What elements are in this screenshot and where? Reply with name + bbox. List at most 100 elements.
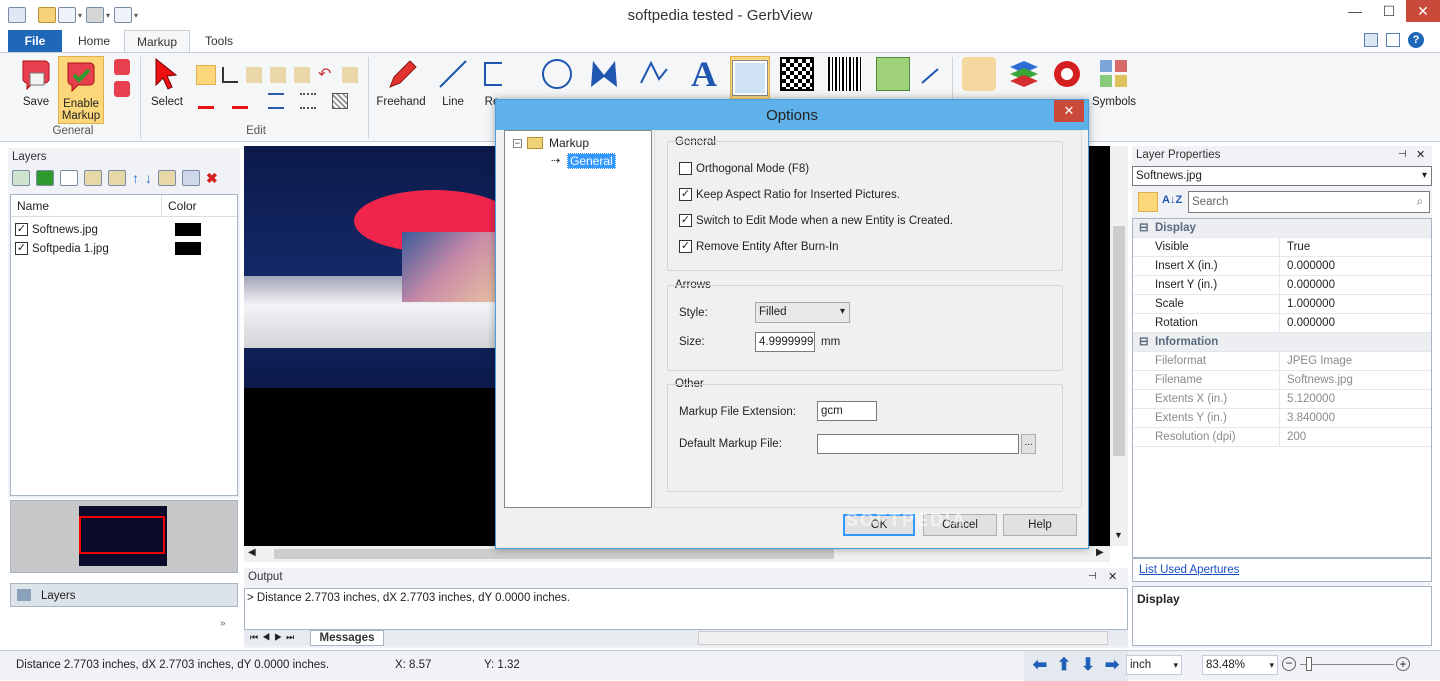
line-button[interactable]: Line bbox=[432, 57, 474, 108]
property-search-input[interactable]: Search ⌕ bbox=[1188, 191, 1430, 213]
show-all-icon[interactable] bbox=[36, 170, 54, 186]
markup-extension-input[interactable]: gcm bbox=[817, 401, 877, 421]
tab-home[interactable]: Home bbox=[66, 30, 122, 52]
property-value[interactable]: 0.000000 bbox=[1287, 276, 1335, 295]
tab-nav-icons[interactable]: ⏮◀▶⏭ bbox=[250, 632, 298, 643]
overview-panel[interactable] bbox=[10, 500, 238, 573]
markup-add-icon[interactable] bbox=[114, 59, 130, 75]
markup-remove-icon[interactable] bbox=[114, 81, 130, 97]
import-icon[interactable] bbox=[158, 170, 176, 186]
scrollbar-thumb[interactable] bbox=[274, 549, 834, 559]
category-information[interactable]: ⊟ Information bbox=[1133, 333, 1431, 352]
arrow-size-input[interactable]: 4.99999999 bbox=[755, 332, 815, 352]
ellipse-button[interactable] bbox=[540, 57, 574, 105]
zoom-in-icon[interactable]: + bbox=[1396, 657, 1410, 671]
property-value[interactable]: 0.000000 bbox=[1287, 314, 1335, 333]
orthogonal-mode-checkbox[interactable]: Orthogonal Mode (F8) bbox=[679, 162, 809, 176]
scrollbar-thumb[interactable] bbox=[1113, 226, 1125, 456]
barcode-button[interactable] bbox=[828, 57, 862, 105]
property-row[interactable]: Filename Softnews.jpg bbox=[1133, 371, 1431, 390]
hatch-icon[interactable] bbox=[332, 93, 348, 109]
property-value[interactable]: 1.000000 bbox=[1287, 295, 1335, 314]
vertical-scrollbar[interactable]: ▼ bbox=[1110, 146, 1128, 546]
line-style-icon[interactable] bbox=[300, 93, 316, 109]
layer-row[interactable]: ✓ Softnews.jpg bbox=[15, 221, 235, 239]
category-display[interactable]: ⊟ Display bbox=[1133, 219, 1431, 238]
export-icon[interactable] bbox=[182, 170, 200, 186]
expand-panel-icon[interactable]: » bbox=[220, 618, 226, 629]
minimize-button[interactable]: — bbox=[1338, 0, 1372, 22]
alphabetical-icon[interactable]: A↓Z bbox=[1162, 194, 1182, 206]
tree-collapse-icon[interactable]: − bbox=[513, 139, 522, 148]
close-panel-icon[interactable]: ✕ bbox=[1416, 148, 1425, 161]
send-back-icon[interactable] bbox=[270, 67, 286, 83]
layer-visible-checkbox[interactable]: ✓ Softnews.jpg bbox=[15, 223, 98, 237]
property-row[interactable]: Insert Y (in.) 0.000000 bbox=[1133, 276, 1431, 295]
column-color[interactable]: Color bbox=[168, 199, 197, 213]
output-text-area[interactable]: > Distance 2.7703 inches, dX 2.7703 inch… bbox=[244, 588, 1128, 630]
bring-front-icon[interactable] bbox=[246, 67, 262, 83]
property-row[interactable]: Visible True bbox=[1133, 238, 1431, 257]
pan-down-icon[interactable]: ⬇ bbox=[1078, 655, 1098, 675]
layer-row[interactable]: ✓ Softpedia 1.jpg bbox=[15, 240, 235, 258]
fill-color-icon[interactable] bbox=[232, 93, 248, 109]
tree-node-markup[interactable]: Markup bbox=[549, 136, 589, 150]
pan-left-icon[interactable]: ⬅ bbox=[1030, 655, 1050, 675]
enable-markup-button[interactable]: Enable Markup bbox=[58, 56, 104, 124]
ribbon-minimize-icon[interactable] bbox=[1364, 33, 1378, 47]
group-icon[interactable] bbox=[294, 67, 310, 83]
output-hscroll[interactable] bbox=[698, 631, 1108, 645]
freehand-button[interactable]: Freehand bbox=[374, 57, 428, 108]
highlight-icon[interactable] bbox=[196, 65, 216, 85]
polygon-button[interactable] bbox=[586, 57, 622, 105]
categorized-icon[interactable] bbox=[1138, 192, 1158, 212]
help-button[interactable]: Help bbox=[1003, 514, 1077, 536]
overview-viewport-rect[interactable] bbox=[79, 516, 165, 554]
picture-button[interactable] bbox=[730, 56, 770, 102]
line-width-icon[interactable] bbox=[268, 93, 284, 109]
list-used-apertures-link[interactable]: List Used Apertures bbox=[1139, 564, 1239, 576]
unit-select[interactable]: inch ▾ bbox=[1126, 655, 1182, 675]
close-button[interactable]: ✕ bbox=[1406, 0, 1440, 22]
default-markup-file-input[interactable] bbox=[817, 434, 1019, 454]
move-down-icon[interactable]: ↓ bbox=[145, 170, 152, 190]
layers-stack-button[interactable] bbox=[1006, 57, 1040, 105]
switch-edit-mode-checkbox[interactable]: ✓ Switch to Edit Mode when a new Entity i… bbox=[679, 214, 953, 228]
property-value[interactable]: 0.000000 bbox=[1287, 257, 1335, 276]
property-value[interactable]: True bbox=[1287, 238, 1310, 257]
tab-tools[interactable]: Tools bbox=[192, 30, 246, 52]
polyline-button[interactable] bbox=[636, 57, 672, 105]
property-row[interactable]: Fileformat JPEG Image bbox=[1133, 352, 1431, 371]
zoom-select[interactable]: 83.48% ▾ bbox=[1202, 655, 1278, 675]
zoom-slider-thumb[interactable] bbox=[1306, 657, 1312, 671]
property-row[interactable]: Extents Y (in.) 3.840000 bbox=[1133, 409, 1431, 428]
settings-button[interactable] bbox=[1050, 57, 1084, 105]
zoom-slider-track[interactable] bbox=[1300, 664, 1394, 665]
tree-node-general[interactable]: General bbox=[567, 153, 616, 169]
property-row[interactable]: Rotation 0.000000 bbox=[1133, 314, 1431, 333]
angle-icon[interactable] bbox=[222, 67, 238, 83]
property-row[interactable]: Extents X (in.) 5.120000 bbox=[1133, 390, 1431, 409]
scroll-down-icon[interactable]: ▼ bbox=[1114, 530, 1123, 540]
scroll-left-icon[interactable]: ◀ bbox=[248, 547, 256, 558]
text-button[interactable]: A bbox=[686, 57, 722, 105]
close-panel-icon[interactable]: ✕ bbox=[1108, 570, 1117, 583]
scroll-right-icon[interactable]: ▶ bbox=[1096, 547, 1104, 558]
image-button[interactable] bbox=[876, 57, 910, 105]
select-button[interactable]: Select bbox=[146, 57, 188, 108]
delete-layer-icon[interactable]: ✖ bbox=[206, 170, 218, 190]
remove-after-burn-in-checkbox[interactable]: ✓ Remove Entity After Burn-In bbox=[679, 240, 839, 254]
softnews-image[interactable] bbox=[244, 146, 514, 388]
pin-icon[interactable]: ⊣ bbox=[1088, 571, 1097, 582]
pan-right-icon[interactable]: ➡ bbox=[1102, 655, 1122, 675]
duplicate-icon[interactable] bbox=[84, 170, 102, 186]
qr-button[interactable] bbox=[780, 57, 814, 105]
merge-icon[interactable] bbox=[108, 170, 126, 186]
property-row[interactable]: Resolution (dpi) 200 bbox=[1133, 428, 1431, 447]
symbols-button[interactable]: Symbols bbox=[1090, 57, 1138, 108]
pan-up-icon[interactable]: ⬆ bbox=[1054, 655, 1074, 675]
line-color-icon[interactable] bbox=[198, 93, 214, 109]
undo-icon[interactable]: ↶ bbox=[318, 67, 334, 83]
property-row[interactable]: Insert X (in.) 0.000000 bbox=[1133, 257, 1431, 276]
dialog-close-button[interactable]: ✕ bbox=[1054, 100, 1084, 122]
